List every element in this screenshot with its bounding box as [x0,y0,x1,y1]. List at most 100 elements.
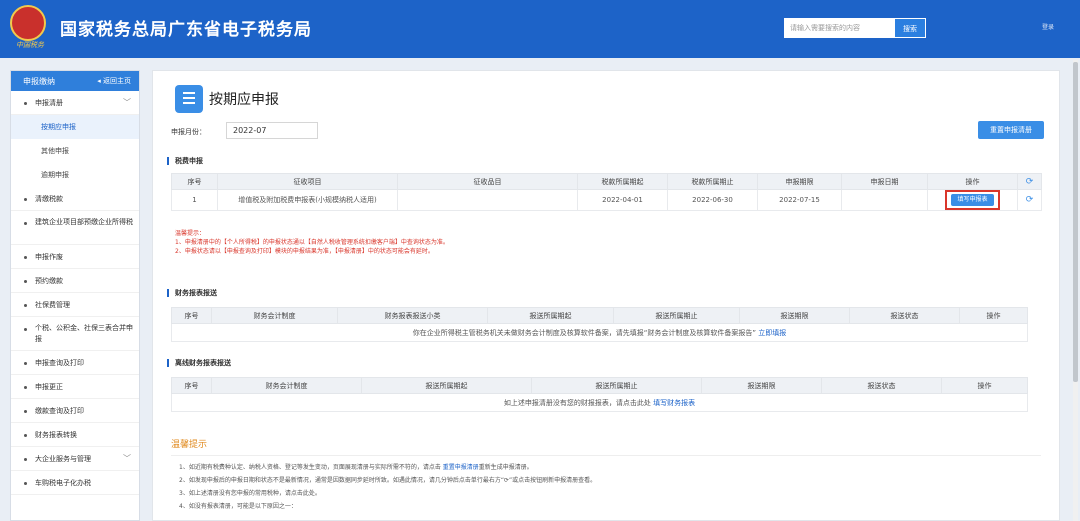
sidebar: 申报缴纳 ◂ 返回主页 申报清册 ﹀ 按期应申报 其他申报 逾期申报 清缴税款 … [10,70,140,521]
sidebar-item-label: 财务报表转换 [35,431,77,439]
sidebar-item-clear-tax[interactable]: 清缴税款 [11,187,139,211]
bullet-icon [24,458,27,461]
bullet-icon [24,410,27,413]
column-header: 财务报表报送小类 [337,307,488,324]
chevron-down-icon[interactable]: ﹀ [123,323,131,334]
bullet-icon [24,304,27,307]
cell-deadline: 2022-07-15 [757,189,842,211]
cell-date [841,189,928,211]
sidebar-item-vehicle-tax[interactable]: 车购税电子化办税 [11,471,139,495]
sidebar-item-appointment[interactable]: 预约缴款 [11,269,139,293]
sidebar-item-payment-query[interactable]: 缴款查询及打印 [11,399,139,423]
search-button[interactable]: 搜索 [894,18,926,38]
reset-list-link[interactable]: 重置申报清册 [443,464,479,471]
tip-item: 2、如发现申报后的申报日期和状态不是最新情况，通常是因数据同步延时所致。如遇此情… [179,477,597,484]
column-header: 操作 [927,173,1018,190]
tax-table: 序号 征收项目 征收品目 税款所属期起 税款所属期止 申报期限 申报日期 操作 … [171,173,1042,211]
reset-list-button[interactable]: 重置申报清册 [978,121,1044,139]
table-header-row: 序号 财务会计制度 报送所属期起 报送所属期止 报送期限 报送状态 操作 [171,377,1028,394]
site-title[interactable]: 国家税务总局广东省电子税务局 [60,15,312,40]
search-input[interactable] [784,18,894,38]
sidebar-item-label: 申报清册 [35,99,63,107]
column-header: 征收品目 [397,173,578,190]
sidebar-item-query-print[interactable]: 申报查询及打印 [11,351,139,375]
sidebar-subitem-periodic[interactable]: 按期应申报 [11,115,139,139]
section-title-financial: 财务报表报送 [167,289,217,297]
column-header: 报送所属期止 [613,307,740,324]
month-label: 申报月份： [171,128,206,136]
tip-item: 3、如上述清册没有您申报的常用税种，请点击此处。 [179,490,321,497]
cell-period-start: 2022-04-01 [577,189,668,211]
column-header: 序号 [171,377,212,394]
column-header: 报送期限 [739,307,850,324]
sidebar-item-label: 清缴税款 [35,195,63,203]
bullet-icon [24,434,27,437]
sidebar-item-label: 建筑企业项目部预缴企业所得税 [35,218,133,226]
cell-index: 1 [171,189,218,211]
section-title-offline: 离线财务报表报送 [167,359,231,367]
column-header: 报送状态 [821,377,942,394]
bullet-icon [24,482,27,485]
table-header-row: 序号 征收项目 征收品目 税款所属期起 税款所属期止 申报期限 申报日期 操作 … [171,173,1042,190]
tip-item: 1、如近期有税费种认定、纳税人资格、登记等发生变动，页面展现清册与实际所需不符的… [179,461,596,474]
sidebar-item-social-security[interactable]: 社保费管理 [11,293,139,317]
column-header: 报送期限 [701,377,822,394]
month-input[interactable]: 2022-07 [226,122,318,139]
sidebar-item-void[interactable]: 申报作废 [11,245,139,269]
chevron-down-icon[interactable]: ﹀ [123,91,131,115]
sidebar-subitem-overdue[interactable]: 逾期申报 [11,163,139,187]
offline-table: 序号 财务会计制度 报送所属期起 报送所属期止 报送期限 报送状态 操作 如上述… [171,377,1028,412]
column-header: 序号 [171,173,218,190]
table-row: 1 增值税及附加税费申报表(小规模纳税人适用) 2022-04-01 2022-… [171,189,1042,211]
sidebar-item-construction-prepay[interactable]: 建筑企业项目部预缴企业所得税 [11,211,139,245]
sidebar-item-label: 缴款查询及打印 [35,407,84,415]
fill-report-button[interactable]: 填写申报表 [951,194,994,206]
column-header: 序号 [171,307,212,324]
sidebar-subitem-other[interactable]: 其他申报 [11,139,139,163]
tax-emblem-icon [10,5,46,41]
fill-now-link[interactable]: 立即填报 [758,329,786,337]
page-title: 按期应申报 [209,92,279,108]
emblem-text: 中国税务 [16,41,44,49]
refresh-row-icon[interactable]: ⟳ [1017,189,1042,211]
table-row: 你在企业所得税主管税务机关未做财务会计制度及核算软件备案，请先填报“财务会计制度… [171,323,1028,342]
column-header: 报送所属期起 [361,377,532,394]
column-header: 报送状态 [849,307,960,324]
sidebar-title: 申报缴纳 [23,77,55,86]
sidebar-item-label: 大企业服务与管理 [35,455,91,463]
sidebar-item-report-convert[interactable]: 财务报表转换 [11,423,139,447]
back-home-link[interactable]: ◂ 返回主页 [97,76,131,86]
sidebar-item-three-in-one[interactable]: 个税、公积金、社保三表合并申报 ﹀ [11,317,139,351]
document-icon [175,85,203,113]
sidebar-item-large-enterprise[interactable]: 大企业服务与管理 ﹀ [11,447,139,471]
fill-financial-report-link[interactable]: 填写财务报表 [653,399,695,407]
chevron-down-icon[interactable]: ﹀ [123,447,131,471]
cell-period-end: 2022-06-30 [667,189,758,211]
scrollbar-thumb[interactable] [1073,62,1078,382]
column-header: 申报日期 [841,173,928,190]
column-header: 财务会计制度 [211,307,338,324]
bullet-icon [24,198,27,201]
sidebar-item-declaration-list[interactable]: 申报清册 ﹀ [11,91,139,115]
user-login-link[interactable]: 登录 [1042,22,1054,31]
sidebar-item-correction[interactable]: 申报更正 [11,375,139,399]
sidebar-item-label: 社保费管理 [35,301,70,309]
sidebar-item-label: 申报作废 [35,253,63,261]
bullet-icon [24,222,27,225]
bullet-icon [24,328,27,331]
column-header: 税款所属期起 [577,173,668,190]
financial-notice: 你在企业所得税主管税务机关未做财务会计制度及核算软件备案，请先填报“财务会计制度… [412,328,757,337]
column-header: 报送所属期起 [487,307,614,324]
tips-list: 1、如近期有税费种认定、纳税人资格、登记等发生变动，页面展现清册与实际所需不符的… [179,461,596,513]
bullet-icon [24,256,27,259]
bullet-icon [24,280,27,283]
warning-notice: 温馨提示： 1、申报清册中的【个人所得税】的申报状态通以【自然人税收管理系统扣缴… [175,229,449,256]
warning-line: 2、申报状态请以【申报查询及打印】模块的申报结果为准，【申报清册】中的状态可能会… [175,248,434,255]
divider [171,455,1041,456]
warning-line: 1、申报清册中的【个人所得税】的申报状态通以【自然人税收管理系统扣缴客户端】中查… [175,239,449,246]
refresh-all-icon[interactable]: ⟳ [1017,173,1042,190]
sidebar-item-label: 预约缴款 [35,277,63,285]
bullet-icon [24,362,27,365]
cell-sub-item [397,189,578,211]
financial-table: 序号 财务会计制度 财务报表报送小类 报送所属期起 报送所属期止 报送期限 报送… [171,307,1028,342]
